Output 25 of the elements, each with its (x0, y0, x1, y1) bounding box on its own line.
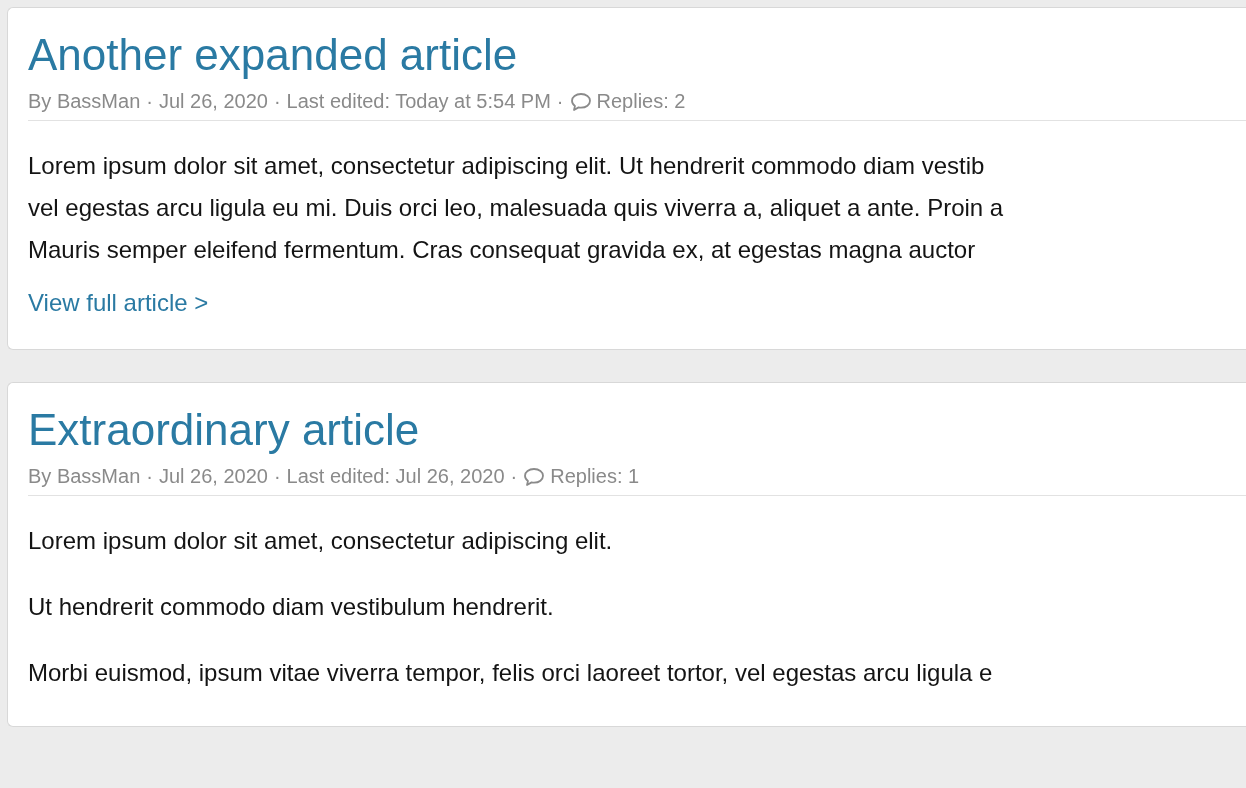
body-text-line: Lorem ipsum dolor sit amet, consectetur adipiscing elit. Ut hendrerit commodo diam vestib (28, 151, 986, 181)
meta-text: By BassMan (28, 465, 141, 488)
body-text-line: Mauris semper eleifend fermentum. Cras consequat gravida ex, at egestas magna auctor (28, 235, 977, 265)
view-full-article-link[interactable]: View full article > (28, 289, 209, 317)
meta-text: Last edited: Jul 26, 2020 (286, 465, 505, 488)
speech-bubble-icon (523, 466, 546, 487)
article-title[interactable]: Extraordinary article (28, 401, 1246, 459)
article-title[interactable]: Another expanded article (28, 26, 1246, 84)
replies-count[interactable]: Replies: 1 (550, 465, 640, 488)
meta-text: Jul 26, 2020 (158, 90, 268, 113)
body-text-line: vel egestas arcu ligula eu mi. Duis orci leo, malesuada quis viverra a, aliquet a ante. Proin a (28, 193, 1005, 223)
meta-text: Last edited: Today at 5:54 PM (286, 90, 551, 113)
separator-dot: · (556, 90, 564, 113)
separator-dot: · (273, 90, 281, 113)
meta-text: Jul 26, 2020 (158, 465, 268, 488)
separator-dot: · (273, 465, 281, 488)
body-text-line: Ut hendrerit commodo diam vestibulum hendrerit. (28, 592, 555, 622)
body-text-line: Lorem ipsum dolor sit amet, consectetur adipiscing elit. (28, 526, 614, 556)
separator-dot: · (146, 465, 153, 488)
body-text-line: Morbi euismod, ipsum vitae viverra tempor, felis orci laoreet tortor, vel egestas arcu ligula e (28, 658, 994, 688)
replies-count[interactable]: Replies: 2 (596, 90, 686, 113)
separator-dot: · (146, 90, 153, 113)
meta-text: By BassMan (28, 90, 141, 113)
separator-dot: · (510, 465, 518, 488)
speech-bubble-icon (569, 91, 592, 112)
